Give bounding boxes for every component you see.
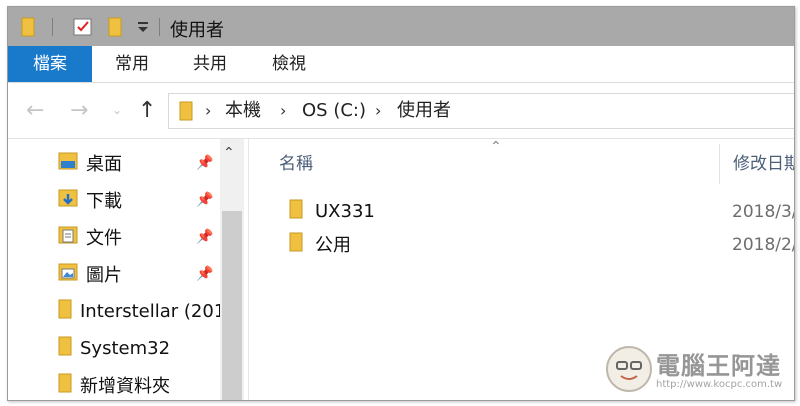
- column-header-date-modified[interactable]: 修改日期: [733, 149, 794, 174]
- watermark-title: 電腦王阿達: [656, 352, 781, 380]
- file-row-ux331[interactable]: UX331: [289, 197, 375, 225]
- column-header-name[interactable]: 名稱: [279, 149, 313, 174]
- folder-icon: [58, 336, 72, 360]
- up-arrow-icon[interactable]: ↑: [138, 83, 156, 138]
- file-name: 公用: [315, 235, 351, 256]
- nav-item-desktop[interactable]: 桌面: [58, 148, 122, 178]
- chevron-down-icon[interactable]: ⌄: [112, 83, 122, 138]
- desktop-folder-icon: [58, 151, 78, 175]
- folder-icon: [58, 373, 72, 397]
- nav-item-new-folder[interactable]: 新增資料夾: [58, 370, 170, 400]
- tab-home[interactable]: 常用: [115, 46, 149, 82]
- nav-item-documents[interactable]: 文件: [58, 222, 122, 252]
- pin-icon[interactable]: 📌: [196, 192, 213, 208]
- explorer-window: 使用者 檔案 常用 共用 檢視 ← → ⌄ ↑ › 本機 › OS (C:) ›…: [7, 6, 795, 401]
- navigation-pane: 桌面 📌 下載 📌 文件 📌 圖片 📌 Interstellar (201 Sy…: [8, 139, 249, 400]
- folder-icon: [289, 199, 303, 223]
- toolbar-separator: [159, 17, 160, 36]
- file-row-public[interactable]: 公用: [289, 230, 351, 258]
- breadcrumb-chevron[interactable]: ›: [280, 94, 286, 128]
- nav-item-label: 下載: [86, 191, 122, 212]
- tab-share[interactable]: 共用: [193, 46, 227, 82]
- sort-ascending-icon: ⌃: [490, 139, 502, 155]
- breadcrumb-chevron[interactable]: ›: [205, 94, 211, 128]
- folder-icon: [289, 232, 303, 256]
- nav-item-label: System32: [80, 337, 171, 359]
- downloads-folder-icon: [58, 188, 78, 212]
- tab-file[interactable]: 檔案: [8, 46, 92, 82]
- mascot-face-icon: [606, 346, 652, 392]
- pin-icon[interactable]: 📌: [196, 229, 213, 245]
- nav-item-label: 新增資料夾: [80, 376, 170, 397]
- nav-item-downloads[interactable]: 下載: [58, 185, 122, 215]
- nav-scrollbar-thumb[interactable]: [222, 211, 242, 400]
- title-bar: 使用者: [8, 7, 794, 46]
- breadcrumb-this-pc[interactable]: 本機: [225, 94, 261, 128]
- watermark-url: http://www.kocpc.com.tw: [656, 379, 783, 390]
- breadcrumb-chevron[interactable]: ›: [375, 94, 381, 128]
- address-folder-icon: [179, 101, 193, 125]
- title-folder-icon: [21, 7, 35, 46]
- customize-dropdown-icon[interactable]: [137, 7, 149, 46]
- address-row: ← → ⌄ ↑ › 本機 › OS (C:) › 使用者: [8, 83, 794, 139]
- address-bar[interactable]: › 本機 › OS (C:) › 使用者: [168, 93, 794, 129]
- column-divider[interactable]: [719, 144, 720, 184]
- pin-icon[interactable]: 📌: [196, 266, 213, 282]
- window-title: 使用者: [170, 20, 224, 41]
- folder-icon: [58, 299, 72, 323]
- nav-item-label: 桌面: [86, 154, 122, 175]
- nav-item-system32[interactable]: System32: [58, 333, 170, 363]
- nav-item-label: Interstellar (201: [80, 300, 226, 322]
- new-folder-icon[interactable]: [108, 7, 122, 46]
- scroll-up-icon[interactable]: ⌃: [223, 145, 235, 161]
- toolbar-separator: [52, 17, 53, 36]
- watermark: 電腦王阿達 http://www.kocpc.com.tw: [606, 346, 794, 398]
- ribbon-tabs: 檔案 常用 共用 檢視: [8, 46, 794, 83]
- nav-item-label: 文件: [86, 228, 122, 249]
- breadcrumb-os-c[interactable]: OS (C:): [302, 94, 366, 128]
- file-name: UX331: [315, 200, 375, 222]
- nav-item-pictures[interactable]: 圖片: [58, 259, 122, 289]
- forward-arrow-icon[interactable]: →: [70, 83, 88, 138]
- file-date: 2018/2/: [732, 235, 795, 255]
- back-arrow-icon[interactable]: ←: [26, 83, 44, 138]
- nav-item-label: 圖片: [86, 265, 122, 286]
- pictures-folder-icon: [58, 262, 78, 286]
- documents-folder-icon: [58, 225, 78, 249]
- tab-view[interactable]: 檢視: [272, 46, 306, 82]
- file-date: 2018/3/: [732, 202, 795, 222]
- nav-item-interstellar[interactable]: Interstellar (201: [58, 296, 225, 326]
- breadcrumb-users[interactable]: 使用者: [397, 94, 451, 128]
- pin-icon[interactable]: 📌: [196, 155, 213, 171]
- properties-checkbox-icon[interactable]: [73, 7, 93, 46]
